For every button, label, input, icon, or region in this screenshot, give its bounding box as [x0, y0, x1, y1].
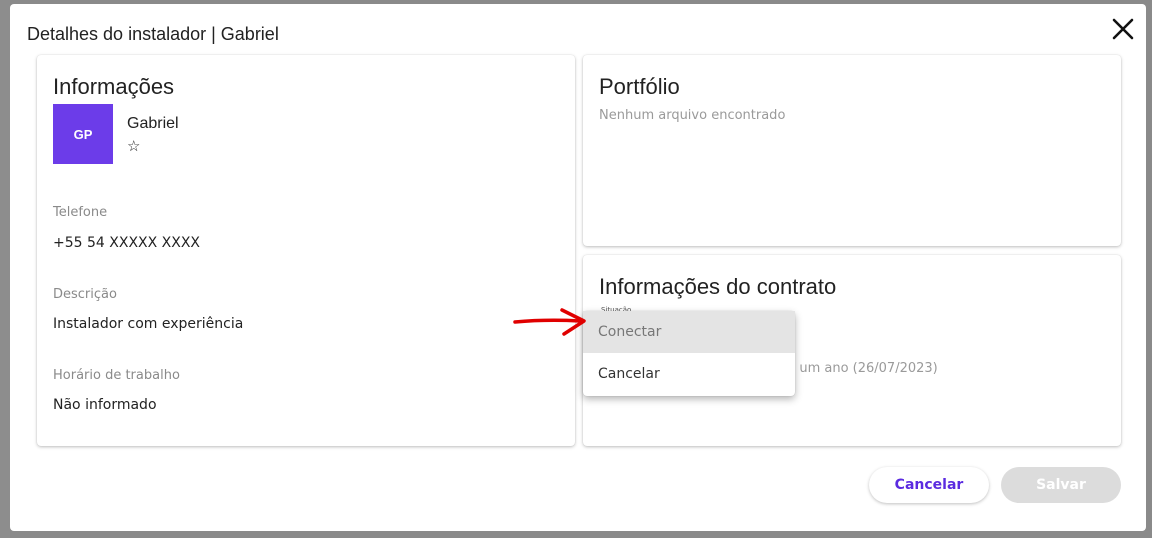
page-backdrop: [0, 0, 10, 538]
info-card-title: Informações: [53, 74, 175, 99]
description-value: Instalador com experiência: [53, 316, 244, 332]
close-icon[interactable]: [1110, 16, 1136, 42]
phone-value: +55 54 XXXXX XXXX: [53, 235, 201, 251]
red-arrow-annotation: [513, 308, 586, 336]
portfolio-card-title: Portfólio: [599, 74, 680, 99]
info-card: Informações GP Gabriel ☆ Telefone +55 54…: [37, 55, 575, 446]
dialog-title: Detalhes do instalador | Gabriel: [27, 24, 279, 44]
cancel-button[interactable]: Cancelar: [869, 467, 989, 503]
star-icon[interactable]: ☆: [127, 137, 140, 155]
contract-date: há um ano (26/07/2023): [779, 361, 938, 376]
hours-value: Não informado: [53, 397, 157, 413]
description-label: Descrição: [53, 287, 117, 302]
save-button[interactable]: Salvar: [1001, 467, 1121, 503]
contract-card-title: Informações do contrato: [599, 274, 837, 299]
hours-label: Horário de trabalho: [53, 368, 180, 383]
dropdown-option-cancelar[interactable]: Cancelar: [583, 353, 795, 395]
installer-details-dialog: Detalhes do instalador | Gabriel Informa…: [10, 4, 1146, 531]
phone-label: Telefone: [53, 205, 108, 220]
portfolio-empty-text: Nenhum arquivo encontrado: [599, 108, 786, 123]
status-dropdown-menu: Conectar Cancelar: [583, 311, 795, 396]
portfolio-card: Portfólio Nenhum arquivo encontrado: [583, 55, 1121, 246]
installer-name: Gabriel: [127, 115, 179, 132]
dropdown-option-conectar[interactable]: Conectar: [583, 311, 795, 353]
avatar: GP: [53, 104, 113, 164]
